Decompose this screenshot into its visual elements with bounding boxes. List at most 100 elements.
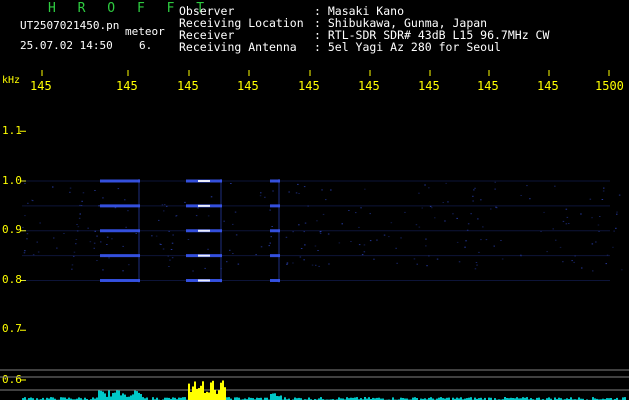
histogram-bar xyxy=(216,393,218,400)
noise-dot xyxy=(447,201,449,203)
noise-dot xyxy=(169,259,171,261)
histogram-bar xyxy=(204,393,206,400)
noise-dot xyxy=(605,263,607,265)
noise-dot xyxy=(89,241,92,243)
noise-dot xyxy=(286,262,289,264)
histogram-bar xyxy=(120,395,122,400)
noise-dot xyxy=(565,208,568,210)
meteor-echo xyxy=(100,204,140,208)
noise-dot xyxy=(369,240,372,242)
histogram-bar xyxy=(220,382,222,400)
noise-dot xyxy=(314,245,317,247)
histogram-bar xyxy=(206,391,208,400)
noise-dot xyxy=(111,238,113,240)
noise-dot xyxy=(93,242,96,244)
noise-dot xyxy=(304,222,307,224)
noise-dot xyxy=(428,187,430,189)
noise-dot xyxy=(573,261,575,263)
spectrogram-plot xyxy=(0,70,629,400)
noise-dot xyxy=(260,246,263,248)
noise-dot xyxy=(26,238,28,240)
noise-dot xyxy=(94,190,96,191)
noise-dot xyxy=(36,241,38,243)
histogram-bar xyxy=(134,390,136,400)
noise-dot xyxy=(500,240,502,241)
noise-dot xyxy=(383,234,386,236)
noise-dot xyxy=(285,236,288,238)
noise-dot xyxy=(358,244,361,246)
histogram-bar xyxy=(208,392,210,400)
noise-dot xyxy=(458,261,461,263)
noise-dot xyxy=(124,199,126,201)
noise-dot xyxy=(529,198,531,200)
noise-dot xyxy=(78,217,81,219)
noise-dot xyxy=(96,235,98,237)
noise-dot xyxy=(207,215,210,217)
noise-dot xyxy=(431,207,433,209)
noise-dot xyxy=(612,246,614,248)
histogram-bar xyxy=(192,386,194,400)
histogram-bar xyxy=(122,393,124,400)
noise-dot xyxy=(26,233,29,235)
noise-dot xyxy=(63,233,65,234)
meteor-echo-peak xyxy=(198,229,210,232)
noise-dot xyxy=(355,212,357,214)
noise-dot xyxy=(81,200,83,202)
noise-dot xyxy=(195,215,198,217)
noise-dot xyxy=(591,217,593,219)
noise-dot xyxy=(172,234,174,236)
noise-dot xyxy=(230,183,232,184)
noise-dot xyxy=(108,257,110,259)
histogram-bar xyxy=(108,390,110,400)
noise-dot xyxy=(237,263,240,265)
noise-dot xyxy=(480,199,482,201)
noise-dot xyxy=(465,240,467,242)
histogram-bar xyxy=(218,390,220,400)
histogram-bar xyxy=(136,391,138,400)
noise-dot xyxy=(295,192,298,194)
noise-dot xyxy=(232,223,234,225)
noise-dot xyxy=(599,216,601,217)
noise-dot xyxy=(106,236,109,238)
noise-dot xyxy=(304,244,306,246)
noise-dot xyxy=(373,258,375,260)
noise-dot xyxy=(470,213,472,215)
noise-dot xyxy=(418,226,421,228)
histogram-bar xyxy=(196,388,198,400)
histogram-bar xyxy=(124,394,126,400)
histogram-bar xyxy=(114,392,116,400)
noise-dot xyxy=(478,251,480,253)
noise-dot xyxy=(162,248,165,250)
noise-dot xyxy=(390,222,393,224)
noise-dot xyxy=(501,258,504,260)
noise-dot xyxy=(210,196,213,198)
noise-dot xyxy=(171,257,174,259)
noise-dot xyxy=(158,219,160,221)
noise-dot xyxy=(322,213,325,215)
noise-dot xyxy=(615,227,617,229)
histogram-bar xyxy=(278,396,280,400)
noise-dot xyxy=(79,213,81,215)
noise-dot xyxy=(27,202,29,204)
histogram-bar xyxy=(202,381,204,400)
meteor-echo-peak xyxy=(198,279,210,282)
noise-dot xyxy=(613,230,615,232)
noise-dot xyxy=(426,265,428,267)
noise-dot xyxy=(404,211,406,213)
histogram-bar xyxy=(112,393,114,400)
noise-dot xyxy=(286,263,288,265)
noise-dot xyxy=(415,224,418,226)
noise-dot xyxy=(475,262,478,263)
histogram-bar xyxy=(132,394,134,400)
noise-dot xyxy=(321,189,323,191)
noise-dot xyxy=(568,223,570,224)
noise-dot xyxy=(601,199,604,200)
noise-dot xyxy=(494,188,496,190)
histogram-bar xyxy=(98,390,100,400)
meteor-echo-peak xyxy=(198,180,210,182)
noise-dot xyxy=(341,223,343,225)
noise-dot xyxy=(485,239,488,241)
noise-dot xyxy=(102,197,104,199)
noise-dot xyxy=(467,223,470,225)
meteor-echo xyxy=(100,279,140,282)
